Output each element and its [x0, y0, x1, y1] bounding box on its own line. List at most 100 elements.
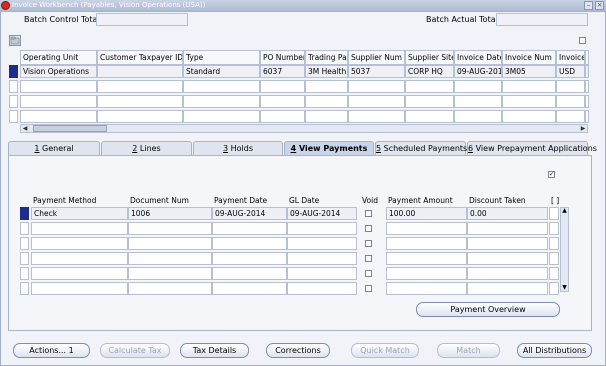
folder-checkbox[interactable] — [579, 37, 586, 44]
payments-cell[interactable] — [128, 252, 212, 265]
invoices-cell[interactable]: 5037 — [348, 65, 405, 78]
tab-holds[interactable]: 3 Holds — [193, 141, 283, 155]
payments-cell[interactable] — [212, 267, 287, 280]
batch-control-total-field[interactable] — [96, 13, 188, 26]
payments-cell[interactable] — [128, 237, 212, 250]
invoices-cell[interactable] — [20, 110, 97, 123]
tab-scheduled-payments[interactable]: 5 Scheduled Payments — [375, 141, 467, 155]
invoices-cell[interactable] — [260, 80, 305, 93]
invoices-cell[interactable] — [585, 65, 589, 78]
invoices-cell[interactable] — [97, 65, 183, 78]
scroll-up-icon[interactable]: ▲ — [561, 207, 568, 214]
void-checkbox[interactable] — [365, 210, 372, 217]
scroll-thumb[interactable] — [33, 125, 107, 132]
payments-cell[interactable] — [31, 267, 128, 280]
payments-cell[interactable] — [386, 222, 467, 235]
payments-cell[interactable] — [467, 252, 548, 265]
scroll-right-icon[interactable]: ▶ — [579, 125, 587, 132]
void-checkbox[interactable] — [365, 255, 372, 262]
payments-cell[interactable] — [467, 282, 548, 295]
invoices-cell[interactable] — [183, 80, 260, 93]
panel-checkbox[interactable]: ✓ — [548, 171, 555, 178]
invoices-cell[interactable] — [502, 95, 556, 108]
payment-overview-button[interactable]: Payment Overview — [416, 302, 560, 317]
invoices-cell[interactable] — [502, 80, 556, 93]
invoices-cell[interactable] — [305, 110, 348, 123]
invoices-cell[interactable] — [305, 80, 348, 93]
invoices-cell[interactable] — [305, 95, 348, 108]
void-checkbox[interactable] — [365, 285, 372, 292]
payments-cell[interactable] — [128, 282, 212, 295]
tab-view-prepayment-applications[interactable]: 6 View Prepayment Applications — [467, 141, 597, 155]
invoices-cell[interactable] — [97, 80, 183, 93]
invoices-cell[interactable] — [20, 80, 97, 93]
payments-cell[interactable] — [467, 222, 548, 235]
calculate-tax-button[interactable]: Calculate Tax — [100, 343, 170, 358]
payments-extra-cell[interactable] — [549, 222, 559, 235]
payments-cell[interactable] — [386, 237, 467, 250]
payments-cell[interactable]: 0.00 — [467, 207, 548, 220]
scroll-down-icon[interactable]: ▼ — [561, 284, 568, 291]
payments-cell[interactable] — [386, 282, 467, 295]
invoices-cell[interactable] — [97, 95, 183, 108]
payments-cell[interactable] — [287, 252, 357, 265]
void-checkbox[interactable] — [365, 225, 372, 232]
payments-extra-cell[interactable] — [549, 267, 559, 280]
void-checkbox[interactable] — [365, 240, 372, 247]
invoices-cell[interactable]: 6037 — [260, 65, 305, 78]
row-indicator[interactable] — [9, 65, 18, 78]
invoices-cell[interactable]: Standard — [183, 65, 260, 78]
payments-cell[interactable] — [212, 237, 287, 250]
tab-general[interactable]: 1 General — [8, 141, 100, 155]
invoices-cell[interactable] — [348, 80, 405, 93]
invoices-cell[interactable] — [183, 95, 260, 108]
invoices-cell[interactable] — [183, 110, 260, 123]
invoices-cell[interactable]: USD — [556, 65, 585, 78]
corrections-button[interactable]: Corrections — [266, 343, 330, 358]
invoices-cell[interactable] — [260, 110, 305, 123]
payments-cell[interactable] — [128, 222, 212, 235]
payment-row-indicator[interactable] — [20, 207, 29, 220]
quick-match-button[interactable]: Quick Match — [351, 343, 419, 358]
invoices-cell[interactable]: 3M05 — [502, 65, 556, 78]
row-indicator[interactable] — [9, 80, 18, 93]
tab-lines[interactable]: 2 Lines — [101, 141, 192, 155]
payments-extra-cell[interactable] — [549, 237, 559, 250]
payments-cell[interactable] — [287, 267, 357, 280]
payments-vertical-scrollbar[interactable] — [560, 207, 569, 292]
invoices-cell[interactable] — [348, 110, 405, 123]
payments-cell[interactable] — [287, 237, 357, 250]
invoices-cell[interactable] — [502, 110, 556, 123]
invoices-cell[interactable] — [454, 80, 502, 93]
invoices-cell[interactable] — [405, 95, 454, 108]
row-indicator[interactable] — [9, 110, 18, 123]
payments-cell[interactable] — [287, 282, 357, 295]
invoices-cell[interactable] — [260, 95, 305, 108]
payments-cell[interactable] — [212, 282, 287, 295]
payments-cell[interactable] — [467, 237, 548, 250]
invoices-cell[interactable] — [585, 80, 589, 93]
minimize-icon[interactable]: – — [584, 1, 593, 10]
invoices-cell[interactable] — [20, 95, 97, 108]
invoices-cell[interactable]: CORP HQ — [405, 65, 454, 78]
payments-cell[interactable] — [287, 222, 357, 235]
invoices-cell[interactable] — [556, 80, 585, 93]
tax-details-button[interactable]: Tax Details — [180, 343, 249, 358]
payments-extra-cell[interactable] — [549, 252, 559, 265]
void-checkbox[interactable] — [365, 270, 372, 277]
invoices-cell[interactable] — [556, 110, 585, 123]
payments-cell[interactable] — [31, 252, 128, 265]
batch-actual-total-field[interactable] — [496, 13, 588, 26]
payments-cell[interactable] — [386, 252, 467, 265]
invoices-cell[interactable] — [97, 110, 183, 123]
actions-button[interactable]: Actions... 1 — [13, 343, 90, 358]
payments-cell[interactable] — [467, 267, 548, 280]
invoices-cell[interactable] — [348, 95, 405, 108]
payments-cell[interactable]: 100.00 — [386, 207, 467, 220]
payment-row-indicator[interactable] — [20, 222, 29, 235]
payments-cell[interactable] — [31, 282, 128, 295]
payment-row-indicator[interactable] — [20, 237, 29, 250]
payments-extra-cell[interactable] — [549, 282, 559, 295]
scroll-left-icon[interactable]: ◀ — [21, 125, 29, 132]
invoices-cell[interactable] — [454, 110, 502, 123]
